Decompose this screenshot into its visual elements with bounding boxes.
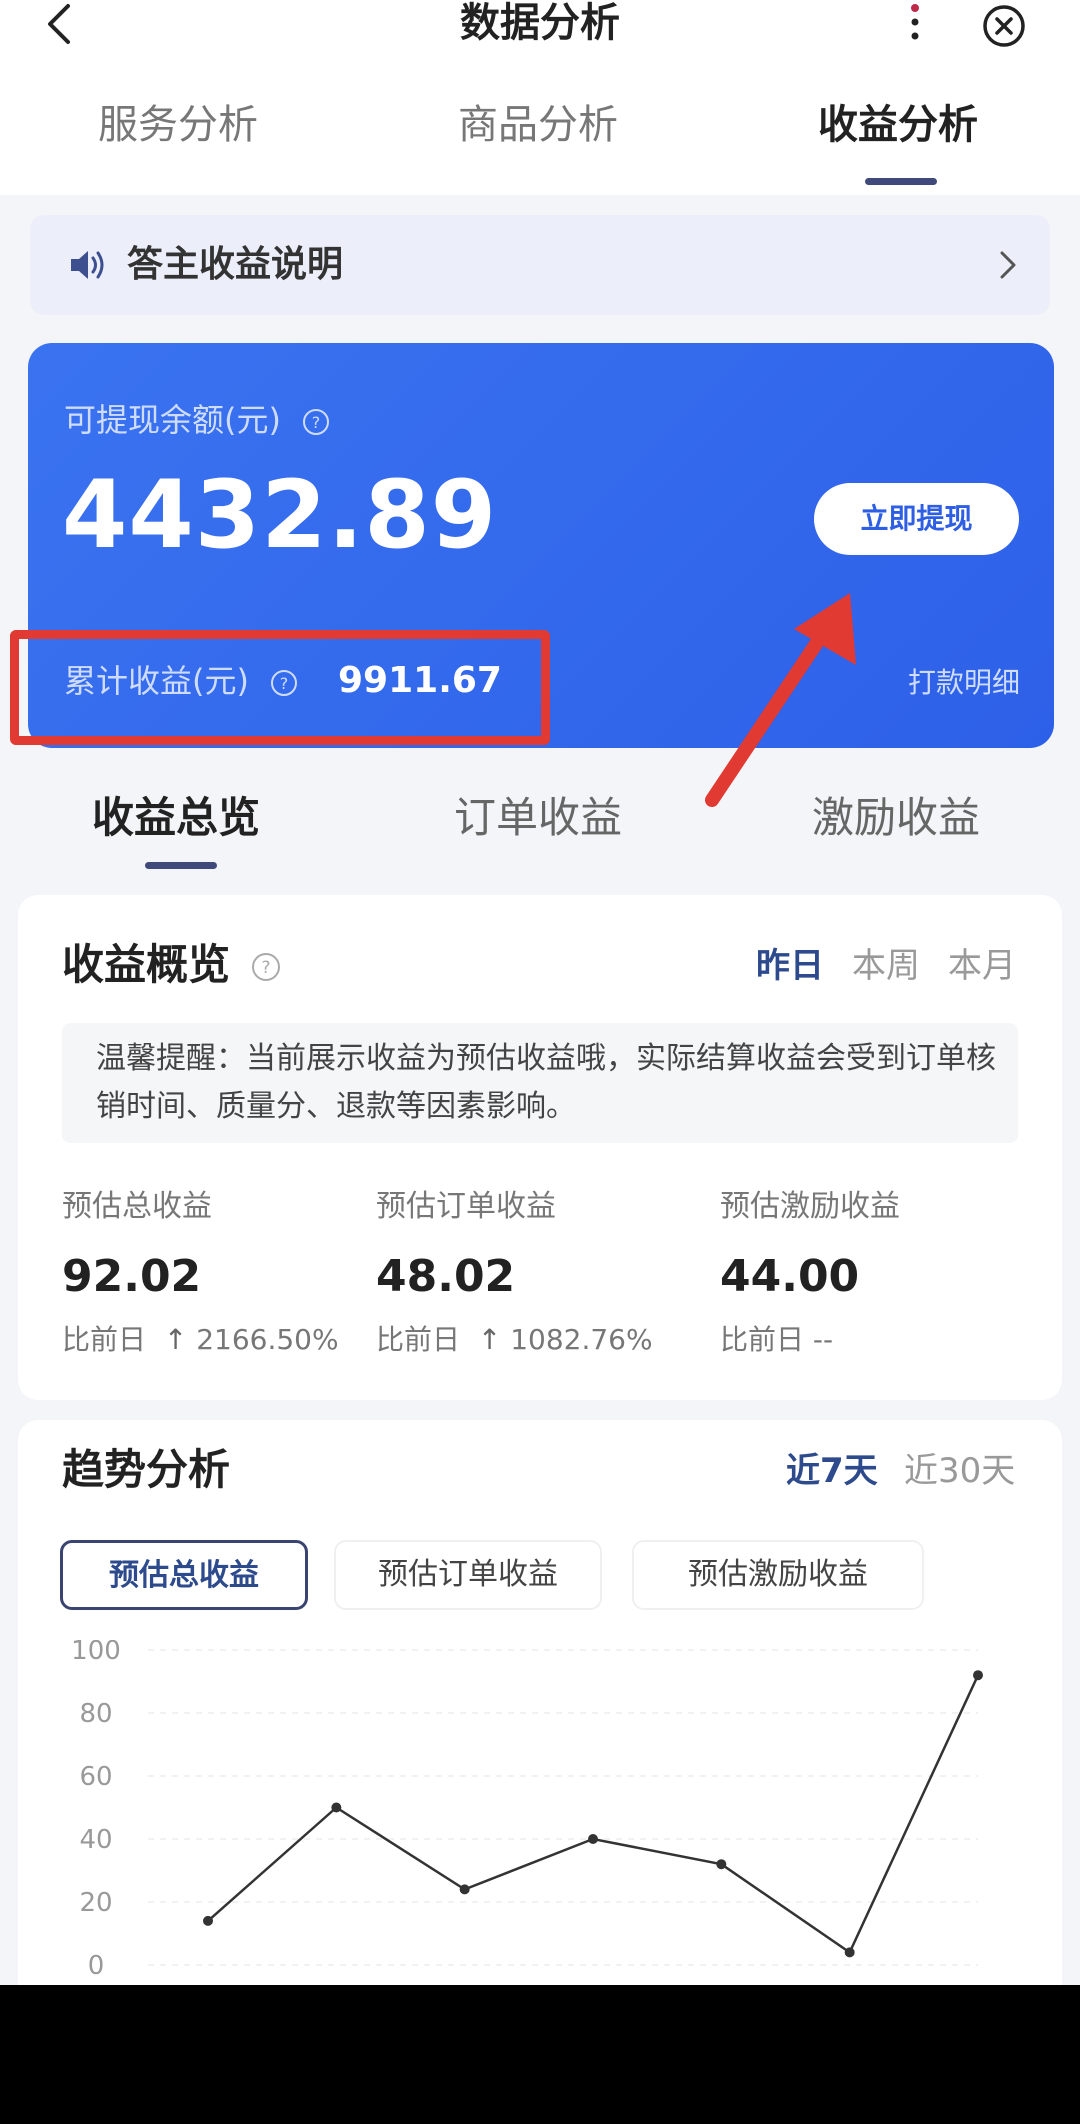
compare-value: 1082.76%: [510, 1323, 653, 1356]
tip-box: 温馨提醒：当前展示收益为预估收益哦，实际结算收益会受到订单核销时间、质量分、退款…: [62, 1023, 1018, 1143]
trend-title: 趋势分析: [62, 1445, 231, 1494]
compare-value: --: [812, 1323, 834, 1356]
data-point[interactable]: [331, 1802, 342, 1813]
range-30-days[interactable]: 近30天: [904, 1448, 1015, 1494]
metric-label: 预估总收益: [62, 1189, 212, 1224]
y-tick-label: 60: [79, 1762, 112, 1792]
data-point[interactable]: [588, 1834, 598, 1844]
income-overview-card: 收益概览 ? 昨日 本周 本月 温馨提醒：当前展示收益为预估收益哦，实际结算收益…: [18, 895, 1062, 1400]
payout-detail-link[interactable]: 打款明细: [908, 663, 1020, 703]
data-point[interactable]: [203, 1915, 213, 1926]
period-yesterday[interactable]: 昨日: [756, 943, 824, 989]
more-icon[interactable]: [905, 0, 935, 50]
close-icon[interactable]: [980, 2, 1028, 50]
y-tick-label: 100: [71, 1640, 121, 1666]
help-icon[interactable]: ?: [301, 407, 331, 437]
metric-compare: 比前日 --: [720, 1319, 900, 1361]
chevron-right-icon: [1000, 251, 1016, 279]
data-point[interactable]: [844, 1947, 855, 1958]
cumulative-value: 9911.67: [338, 660, 502, 701]
metric-label: 预估激励收益: [720, 1189, 900, 1224]
header: 数据分析: [0, 0, 1080, 60]
range-7-days[interactable]: 近7天: [786, 1448, 878, 1494]
tab-indicator: [145, 862, 217, 869]
series-line: [207, 1674, 980, 1955]
svg-text:?: ?: [261, 958, 270, 978]
cumulative-label-row: 累计收益(元) ?: [64, 656, 299, 706]
trend-line-chart: 0 20 40 60 80 100: [71, 1640, 983, 1981]
metric-value: 44.00: [720, 1251, 860, 1302]
tab-incentive-income[interactable]: 激励收益: [812, 790, 980, 846]
data-point[interactable]: [459, 1884, 470, 1895]
tab-product-analysis[interactable]: 商品分析: [458, 100, 618, 150]
compare-prefix: 比前日: [376, 1323, 461, 1356]
help-icon[interactable]: ?: [269, 668, 299, 698]
speaker-icon: [71, 251, 104, 279]
notice-text: 答主收益说明: [127, 244, 344, 285]
cumulative-label: 累计收益(元): [64, 662, 249, 700]
metric-value: 48.02: [376, 1251, 516, 1302]
metric-total: 预估总收益 92.02 比前日 ↑ 2166.50%: [62, 1185, 339, 1361]
balance-label: 可提现余额(元): [64, 401, 281, 439]
withdraw-button[interactable]: 立即提现: [814, 483, 1019, 555]
svg-text:?: ?: [280, 674, 289, 693]
compare-prefix: 比前日: [720, 1323, 805, 1356]
compare-value: 2166.50%: [196, 1323, 339, 1356]
balance-label-row: 可提现余额(元) ?: [64, 398, 331, 442]
metric-value: 92.02: [62, 1251, 202, 1302]
y-tick-label: 80: [79, 1699, 112, 1729]
chip-incentive-income[interactable]: 预估激励收益: [632, 1540, 924, 1610]
metric-compare: 比前日 ↑ 1082.76%: [376, 1319, 653, 1361]
data-point[interactable]: [716, 1859, 727, 1870]
tab-service-analysis[interactable]: 服务分析: [98, 100, 258, 150]
income-notice-banner[interactable]: 答主收益说明: [30, 215, 1050, 315]
svg-text:?: ?: [312, 413, 321, 432]
top-tabs: 服务分析 商品分析 收益分析: [0, 60, 1080, 195]
metric-label: 预估订单收益: [376, 1189, 556, 1224]
arrow-up-icon: ↑: [154, 1323, 188, 1356]
period-this-week[interactable]: 本周: [852, 943, 920, 989]
overview-title: 收益概览: [62, 940, 231, 989]
metric-compare: 比前日 ↑ 2166.50%: [62, 1319, 339, 1361]
data-point[interactable]: [973, 1670, 983, 1681]
chip-order-income[interactable]: 预估订单收益: [334, 1540, 602, 1610]
metric-incentive: 预估激励收益 44.00 比前日 --: [720, 1185, 900, 1361]
help-icon[interactable]: ?: [250, 951, 282, 983]
arrow-up-icon: ↑: [468, 1323, 502, 1356]
period-this-month[interactable]: 本月: [948, 943, 1016, 989]
y-tick-label: 0: [88, 1951, 105, 1981]
metric-order: 预估订单收益 48.02 比前日 ↑ 1082.76%: [376, 1185, 653, 1361]
tab-income-analysis[interactable]: 收益分析: [818, 100, 978, 150]
screen: 数据分析 服务分析 商品分析 收益分析 答主收益说明 可提现余额(元) ? 44…: [0, 0, 1080, 1985]
balance-amount: 4432.89: [62, 461, 498, 570]
tab-indicator: [865, 178, 937, 185]
income-tabs: 收益总览 订单收益 激励收益: [0, 770, 1080, 880]
tip-text: 温馨提醒：当前展示收益为预估收益哦，实际结算收益会受到订单核销时间、质量分、退款…: [96, 1041, 996, 1124]
balance-card: 可提现余额(元) ? 4432.89 立即提现 累计收益(元) ? 9911.6…: [10, 343, 1054, 748]
chip-total-income[interactable]: 预估总收益: [60, 1540, 308, 1610]
y-tick-label: 20: [79, 1888, 112, 1918]
trend-card: 趋势分析 近7天 近30天 预估总收益 预估订单收益 预估激励收益 0 20 40 6…: [18, 1420, 1062, 1985]
tab-order-income[interactable]: 订单收益: [454, 790, 622, 846]
y-tick-label: 40: [79, 1825, 112, 1855]
compare-prefix: 比前日: [62, 1323, 147, 1356]
bottom-bar: [0, 1985, 1080, 2124]
tab-income-overview[interactable]: 收益总览: [92, 790, 260, 846]
